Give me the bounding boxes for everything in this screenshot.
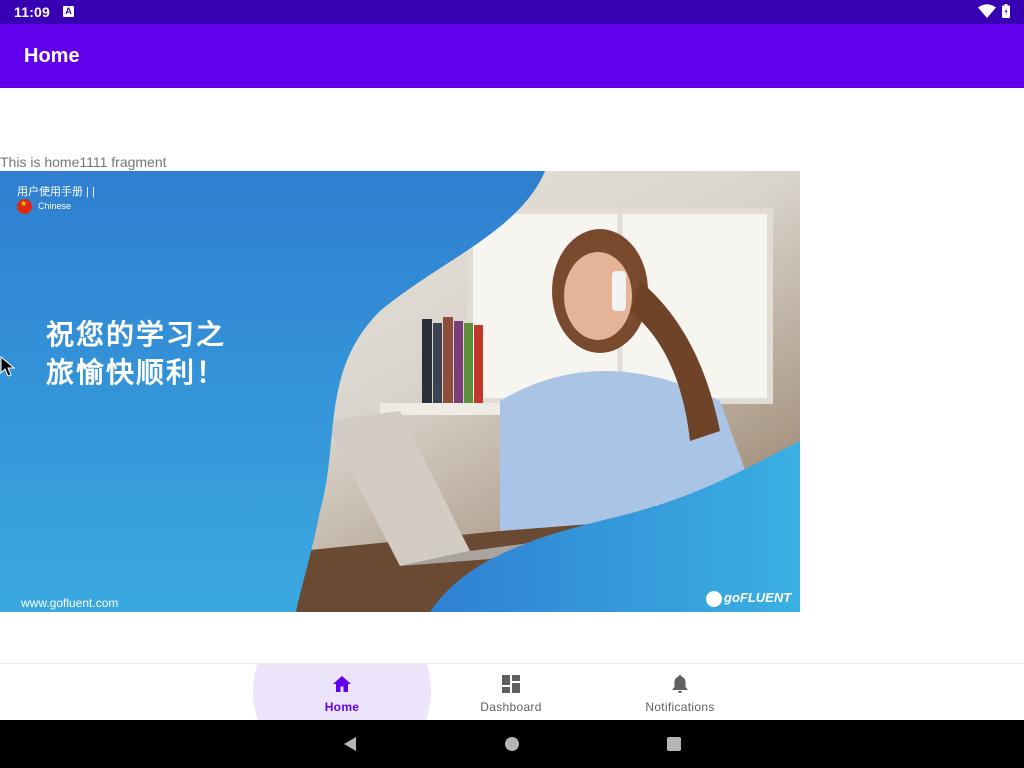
app-bar: Home (0, 24, 1024, 88)
banner-language-label: Chinese (38, 201, 72, 211)
a-notification-icon: A (63, 6, 74, 17)
back-icon[interactable] (342, 736, 358, 752)
nav-item-notifications[interactable]: Notifications (596, 664, 764, 720)
bottom-navigation: Home Dashboard Notifications (0, 663, 1024, 720)
gofluent-logo: goFLUENT (706, 590, 791, 607)
gofluent-logo-text: goFLUENT (724, 590, 792, 605)
home-icon (333, 676, 351, 692)
nav-item-home-label: Home (324, 700, 360, 714)
nav-item-dashboard-label: Dashboard (480, 700, 542, 714)
wifi-icon (978, 4, 996, 18)
system-navigation-bar (0, 720, 1024, 768)
home-circle-icon[interactable] (505, 737, 519, 751)
gofluent-logo-mark-icon (706, 590, 722, 607)
page-title: Home (24, 45, 80, 67)
bell-icon (672, 675, 688, 693)
nav-item-notifications-label: Notifications (645, 700, 715, 714)
status-bar: 11:09 A (0, 0, 1024, 24)
mouse-cursor-icon (0, 356, 16, 377)
promo-banner-image: 用户使用手册 | | Chinese 祝您的学习之 旅愉快顺利！ www.gof… (0, 171, 800, 612)
nav-item-home[interactable]: Home (258, 664, 426, 720)
battery-icon (1002, 4, 1010, 18)
banner-url: www.gofluent.com (21, 596, 119, 610)
china-flag-icon (17, 199, 32, 214)
banner-manual-label: 用户使用手册 | | (17, 186, 95, 198)
recents-icon[interactable] (667, 737, 681, 751)
banner-headline: 祝您的学习之 旅愉快顺利！ (46, 318, 227, 389)
status-time: 11:09 (14, 4, 51, 20)
nav-item-dashboard[interactable]: Dashboard (427, 664, 595, 720)
fragment-text: This is home1111 fragment (0, 154, 167, 170)
dashboard-icon (502, 675, 520, 693)
